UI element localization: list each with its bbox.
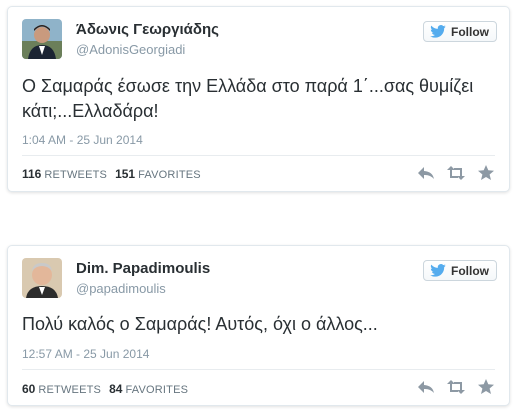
retweet-icon[interactable]: [447, 378, 465, 396]
avatar[interactable]: [22, 258, 62, 298]
retweet-count[interactable]: 116: [22, 167, 41, 181]
twitter-bird-icon: [430, 264, 446, 277]
favorite-count[interactable]: 84: [109, 382, 122, 396]
favorite-icon[interactable]: [477, 378, 495, 396]
display-name[interactable]: Άδωνις Γεωργιάδης: [76, 21, 219, 39]
avatar[interactable]: [22, 19, 62, 59]
tweet-timestamp[interactable]: 12:57 AM - 25 Jun 2014: [22, 347, 149, 361]
follow-button[interactable]: Follow: [423, 260, 497, 281]
favorite-count[interactable]: 151: [115, 167, 135, 181]
favorite-label[interactable]: FAVORITES: [138, 169, 201, 181]
retweet-label[interactable]: RETWEETS: [38, 384, 101, 396]
twitter-bird-icon: [430, 25, 446, 38]
tweet-text: Ο Σαμαράς έσωσε την Ελλάδα στο παρά 1΄..…: [22, 76, 474, 121]
follow-button[interactable]: Follow: [423, 21, 497, 42]
favorite-icon[interactable]: [477, 164, 495, 182]
reply-icon[interactable]: [417, 164, 435, 182]
tweet-header: Άδωνις Γεωργιάδης @AdonisGeorgiadi Follo…: [22, 19, 497, 59]
divider: [22, 369, 495, 370]
tweet-timestamp[interactable]: 1:04 AM - 25 Jun 2014: [22, 133, 143, 147]
user-handle[interactable]: @papadimoulis: [76, 280, 210, 297]
tweet-card: Dim. Papadimoulis @papadimoulis Follow Π…: [7, 245, 510, 406]
user-names: Άδωνις Γεωργιάδης @AdonisGeorgiadi: [76, 21, 219, 58]
tweet-card: Άδωνις Γεωργιάδης @AdonisGeorgiadi Follo…: [7, 6, 510, 192]
reply-icon[interactable]: [417, 378, 435, 396]
user-handle[interactable]: @AdonisGeorgiadi: [76, 41, 219, 58]
tweet-actions: [417, 378, 495, 396]
tweet-header: Dim. Papadimoulis @papadimoulis Follow: [22, 258, 497, 298]
tweet-stats: 116 RETWEETS 151 FAVORITES: [22, 167, 201, 181]
divider: [22, 155, 495, 156]
tweet-text: Πολύ καλός ο Σαμαράς! Αυτός, όχι ο άλλος…: [22, 314, 378, 334]
retweet-label[interactable]: RETWEETS: [44, 169, 107, 181]
follow-label: Follow: [451, 24, 489, 39]
follow-label: Follow: [451, 263, 489, 278]
retweet-count[interactable]: 60: [22, 382, 35, 396]
display-name[interactable]: Dim. Papadimoulis: [76, 260, 210, 278]
tweet-stats: 60 RETWEETS 84 FAVORITES: [22, 382, 188, 396]
retweet-icon[interactable]: [447, 164, 465, 182]
tweet-actions: [417, 164, 495, 182]
user-names: Dim. Papadimoulis @papadimoulis: [76, 260, 210, 297]
favorite-label[interactable]: FAVORITES: [125, 384, 188, 396]
